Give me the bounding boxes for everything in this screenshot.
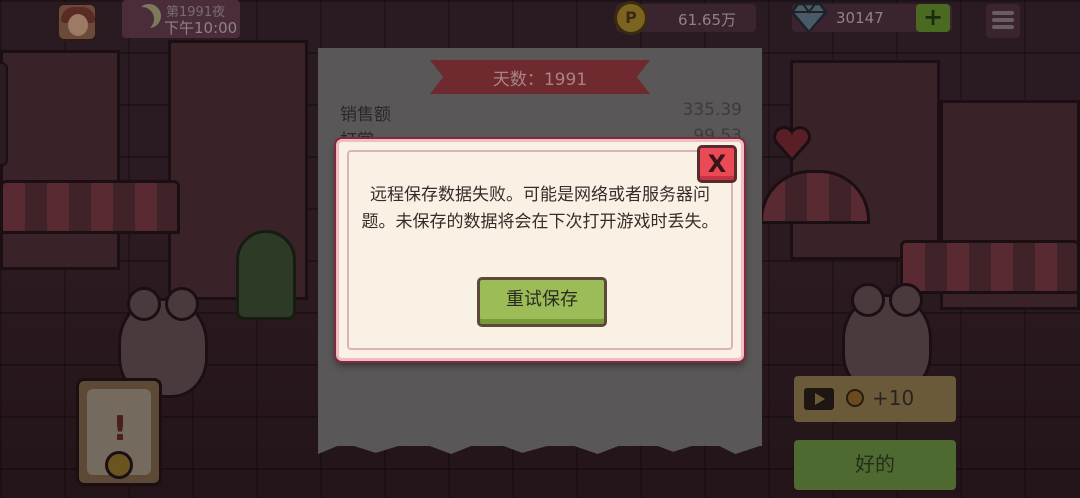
diamond-icon: [790, 2, 828, 34]
day-title-ribbon: 天数：1991: [430, 60, 650, 94]
menu-button[interactable]: [986, 4, 1020, 38]
hamburger-icon-line: [992, 11, 1014, 15]
retry-save-button[interactable]: 重试保存: [477, 277, 607, 327]
gem-amount: 30147: [836, 9, 884, 27]
alert-badge: [105, 451, 133, 479]
background-building: [790, 60, 940, 260]
day-time-display: 第1991夜 下午10:00: [122, 0, 240, 38]
player-avatar[interactable]: [56, 2, 98, 42]
reward-amount: +10: [872, 386, 915, 410]
coin-amount: 61.65万: [678, 11, 736, 29]
watch-video-reward-button[interactable]: +10: [794, 376, 956, 422]
close-icon: X: [707, 150, 727, 178]
plant-decoration: [236, 230, 296, 320]
side-panel-tab[interactable]: [0, 62, 8, 166]
hamburger-icon-line: [992, 18, 1014, 22]
heart-icon: [773, 126, 811, 163]
save-failed-dialog: 远程保存数据失败。可能是网络或者服务器问题。未保存的数据将会在下次打开游戏时丢失…: [336, 139, 744, 361]
buy-gems-button[interactable]: +: [916, 4, 950, 32]
background-building: [0, 50, 120, 270]
sales-value: 335.39: [682, 100, 742, 120]
shop-awning: [900, 240, 1080, 294]
ok-button[interactable]: 好的: [794, 440, 956, 490]
coin-counter: P 61.65万: [614, 1, 756, 35]
clock-time: 下午10:00: [164, 19, 238, 37]
avatar-face: [68, 14, 88, 36]
coin-icon: P: [614, 1, 648, 35]
exclamation-icon: !: [112, 409, 128, 449]
close-dialog-button[interactable]: X: [697, 145, 737, 183]
shop-awning: [0, 180, 180, 234]
alert-card[interactable]: !: [76, 378, 162, 486]
video-play-icon: [804, 388, 834, 410]
moon-icon: [130, 7, 154, 31]
day-title: 天数：1991: [492, 70, 588, 90]
dialog-message: 远程保存数据失败。可能是网络或者服务器问题。未保存的数据将会在下次打开游戏时丢失…: [361, 185, 719, 232]
token-icon: [846, 389, 864, 407]
sales-label: 销售额: [340, 105, 391, 125]
gem-counter: 30147 +: [790, 2, 952, 34]
hamburger-icon-line: [992, 25, 1014, 29]
